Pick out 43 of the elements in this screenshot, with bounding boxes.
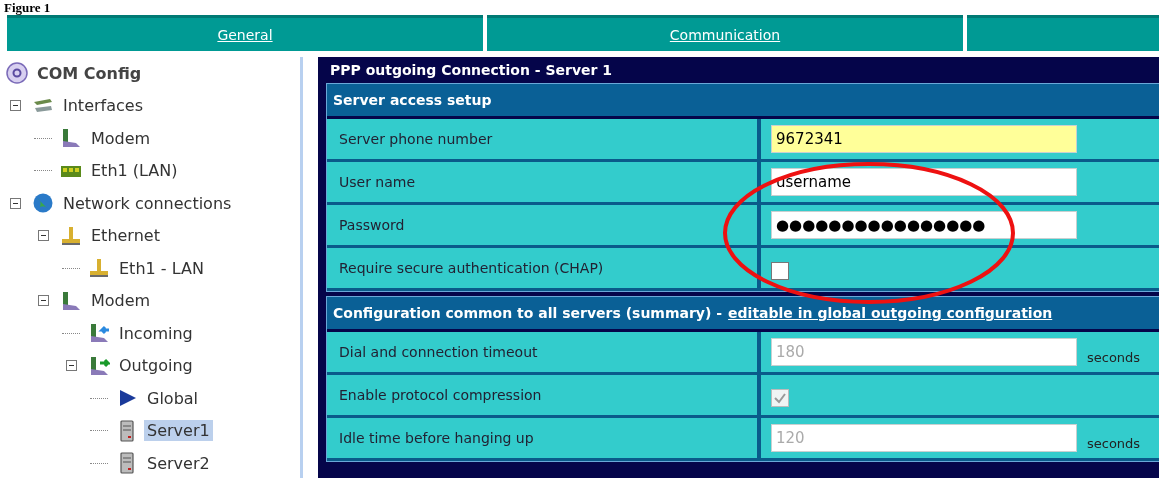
label-cell: User name — [327, 162, 761, 202]
tree-item[interactable]: Network connections — [60, 192, 235, 214]
modem-icon — [60, 127, 82, 150]
label-cell: Dial and connection timeout — [327, 332, 761, 372]
label-cell: Password — [327, 205, 761, 245]
collapse-toggle[interactable] — [37, 295, 49, 307]
tree-item[interactable]: Ethernet — [88, 225, 163, 247]
tree-item[interactable]: Modem — [88, 290, 154, 312]
label-cell: Enable protocol compression — [327, 375, 761, 415]
tree-item[interactable]: Server2 — [144, 452, 213, 474]
input-field[interactable]: 9672341 — [771, 125, 1077, 153]
label-cell: Require secure authentication (CHAP) — [327, 248, 761, 288]
collapse-toggle[interactable] — [9, 197, 21, 209]
network-junction-icon — [60, 224, 82, 247]
tree-item[interactable]: Eth1 (LAN) — [88, 160, 181, 182]
tree-item[interactable]: Global — [144, 387, 202, 409]
tree-item[interactable]: Interfaces — [60, 95, 146, 117]
incoming-arrow-icon — [88, 322, 110, 345]
modem-icon — [60, 289, 82, 312]
tree-item[interactable]: Server1 — [144, 420, 213, 442]
network-junction-icon — [88, 257, 110, 280]
input-field[interactable]: username — [771, 168, 1077, 196]
globe-icon — [32, 192, 54, 215]
collapse-toggle[interactable] — [9, 100, 21, 112]
label-cell: Idle time before hanging up — [327, 418, 761, 458]
input-field[interactable]: ●●●●●●●●●●●●●●●● — [771, 211, 1077, 239]
unit-label: seconds — [1087, 349, 1141, 365]
checkbox[interactable] — [771, 262, 789, 280]
tree-item[interactable]: COM Config — [34, 62, 145, 84]
section-title: Configuration common to all servers (summary) - — [333, 305, 723, 321]
outgoing-arrow-icon — [88, 354, 110, 377]
tree-item[interactable]: Outgoing — [116, 355, 196, 377]
tree-item[interactable]: Eth1 - LAN — [116, 257, 207, 279]
tree-item[interactable]: Modem — [88, 127, 154, 149]
figure-caption: Figure 1 — [3, 0, 52, 15]
collapse-toggle[interactable] — [37, 230, 49, 242]
panel-title: PPP outgoing Connection - Server 1 — [329, 61, 614, 80]
tree-item[interactable]: Incoming — [116, 322, 196, 344]
label-cell: Server phone number — [327, 119, 761, 159]
config-link[interactable]: editable in global outgoing configuration — [728, 305, 1053, 321]
section-title: Server access setup — [333, 92, 492, 108]
unit-label: seconds — [1087, 435, 1141, 451]
collapse-toggle[interactable] — [65, 360, 77, 372]
